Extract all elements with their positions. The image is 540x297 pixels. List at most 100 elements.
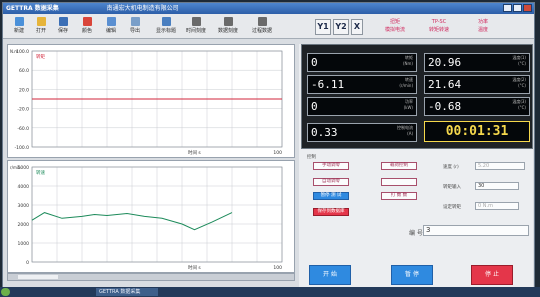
- temp3-unit-name: 温度(3): [512, 99, 526, 104]
- axis-button-2[interactable]: X: [351, 19, 363, 35]
- power-readout: 0 功率 (kW): [307, 97, 417, 116]
- blank-button[interactable]: [381, 178, 417, 186]
- save-icon: [58, 17, 68, 26]
- serial-label: 编 号: [409, 230, 423, 237]
- speed-readout: -6.11 转速 (r/min): [307, 75, 417, 94]
- toolbar-item-2[interactable]: 保存: [53, 16, 73, 36]
- title-icon: [161, 17, 171, 26]
- y-tick-label: 1000: [18, 241, 30, 247]
- toolbar-item-7[interactable]: 时间刻度: [181, 16, 211, 36]
- title-bar: GETTRA 数据采集 南通宏大机电制造有限公司: [3, 3, 534, 14]
- load-control-button[interactable]: 载荷控制: [381, 162, 417, 170]
- start-button[interactable]: 开 始: [309, 265, 351, 285]
- pause-button[interactable]: 暂 停: [391, 265, 433, 285]
- toolbar-item-4[interactable]: 编辑: [101, 16, 121, 36]
- mode-button-2[interactable]: 功率 温度: [463, 18, 503, 36]
- temp1-unit-name: 温度(1): [512, 55, 526, 60]
- y-unit-label: r/min: [10, 165, 21, 170]
- x-axis-label: 时间 s: [188, 149, 201, 156]
- toolbar-item-label: 显示标题: [155, 28, 176, 34]
- toolbar-item-1[interactable]: 打开: [31, 16, 51, 36]
- window-controls: [503, 4, 532, 12]
- toolbar-item-9[interactable]: 过程数据: [247, 16, 277, 36]
- control-area: 控制 手动调零 自动调零 暂停 测 试 保存到数据库 载荷控制 打 数 数 速度…: [299, 152, 533, 252]
- toolbar-item-3[interactable]: 颜色: [77, 16, 97, 36]
- torque-readout: 0 转矩 (Nm): [307, 53, 417, 72]
- toolbar-item-label: 颜色: [81, 28, 92, 34]
- toolbar-item-label: 数据刻度: [217, 28, 238, 34]
- elapsed-timer: 00:01:31: [424, 121, 530, 142]
- power-value: 0: [311, 100, 318, 113]
- toolbar-item-0[interactable]: 新建: [9, 16, 29, 36]
- maximize-icon[interactable]: [513, 4, 522, 12]
- y-unit-label: N.m: [10, 49, 18, 54]
- taskbar-app-button[interactable]: GETTRA 数据采集: [96, 288, 158, 296]
- torque-unit: 转矩 (Nm): [403, 55, 413, 67]
- manual-zero-button[interactable]: 手动调零: [313, 162, 349, 170]
- mode-button-line1: TP-SC: [431, 19, 447, 25]
- y-tick-label: -60.0: [17, 126, 29, 132]
- speed-label: 速度 (r): [443, 165, 459, 170]
- current-readout: 0.33 控制电流 (A): [307, 123, 417, 142]
- mode-button-line1: 扭矩: [389, 19, 400, 25]
- speed-chart: 5000 4000 3000 2000 1000 0 r/min 转速 时间 s 100: [7, 160, 295, 273]
- current-unit: 控制电流 (A): [397, 125, 413, 137]
- serial-input[interactable]: 3: [423, 225, 529, 236]
- fixed-torque-input[interactable]: 0 N.m: [475, 202, 519, 210]
- x-axis-label: 时间 s: [188, 264, 201, 271]
- company-title: 南通宏大机电制造有限公司: [106, 5, 179, 12]
- auto-zero-button[interactable]: 自动调零: [313, 178, 349, 186]
- temp1-unit-symbol: (°C): [518, 61, 526, 66]
- start-menu-icon[interactable]: [1, 288, 10, 296]
- torque-chart-svg: 100.060.020.0-20.0-60.0-100.0N.m转矩时间 s 10…: [10, 49, 283, 156]
- torque-input-label: 转矩输入: [443, 185, 461, 190]
- close-icon[interactable]: [523, 4, 532, 12]
- edit-icon: [106, 17, 116, 26]
- scroll-thumb[interactable]: [18, 275, 58, 279]
- temp2-unit: 温度(2) (°C): [512, 77, 526, 89]
- toolbar-item-label: 新建: [13, 28, 24, 34]
- torque-unit-symbol: (Nm): [402, 61, 413, 66]
- toolbar-item-label: 过程数据: [251, 28, 272, 34]
- y-tick-label: 3000: [18, 203, 30, 209]
- mode-button-line2: 转矩转速: [428, 27, 449, 33]
- pause-test-button[interactable]: 暂停 测 试: [313, 192, 349, 200]
- process-data-icon: [257, 17, 267, 26]
- fixed-torque-label: 设定转矩: [443, 205, 461, 210]
- time-scale-icon: [191, 17, 201, 26]
- temp2-readout: 21.64 温度(2) (°C): [424, 75, 530, 94]
- toolbar-item-5[interactable]: 导出: [125, 16, 145, 36]
- toolbar-item-label: 打开: [35, 28, 46, 34]
- axis-button-1[interactable]: Y2: [333, 19, 349, 35]
- y-tick-label: -20.0: [17, 107, 29, 113]
- legend-label: 转矩: [36, 53, 45, 60]
- x-end-label: 100: [273, 150, 282, 156]
- speed-unit-name: 转速: [405, 77, 413, 82]
- y-tick-label: 60.0: [19, 68, 29, 74]
- print-data-button[interactable]: 打 数 数: [381, 192, 417, 200]
- stop-button[interactable]: 停 止: [471, 265, 513, 285]
- mode-button-1[interactable]: TP-SC 转矩转速: [419, 18, 459, 36]
- minimize-icon[interactable]: [503, 4, 512, 12]
- export-icon: [130, 17, 140, 26]
- mode-button-0[interactable]: 扭矩 模拟电流: [375, 18, 415, 36]
- taskbar: GETTRA 数据采集: [0, 287, 540, 297]
- temp2-unit-name: 温度(2): [512, 77, 526, 82]
- chart-scrollbar[interactable]: [7, 273, 295, 281]
- torque-value: 0: [311, 56, 318, 69]
- right-panel: 0 转矩 (Nm) 20.96 温度(1) (°C) -6.11 转速 (r/min) 21…: [299, 44, 533, 290]
- mode-button-line2: 温度: [477, 27, 488, 33]
- y-tick-label: 0: [26, 260, 29, 266]
- speed-value: -6.11: [311, 78, 345, 91]
- temp2-unit-symbol: (°C): [518, 83, 526, 88]
- axis-button-0[interactable]: Y1: [315, 19, 331, 35]
- speed-input[interactable]: 5.20: [475, 162, 525, 170]
- save-database-button[interactable]: 保存到数据库: [313, 208, 349, 216]
- toolbar-item-6[interactable]: 显示标题: [151, 16, 181, 36]
- power-unit: 功率 (kW): [404, 99, 413, 111]
- app-title: GETTRA 数据采集: [6, 5, 59, 12]
- toolbar-item-8[interactable]: 数据刻度: [213, 16, 243, 36]
- torque-input[interactable]: 30: [475, 182, 519, 190]
- toolbar-item-label: 编辑: [105, 28, 116, 34]
- data-scale-icon: [223, 17, 233, 26]
